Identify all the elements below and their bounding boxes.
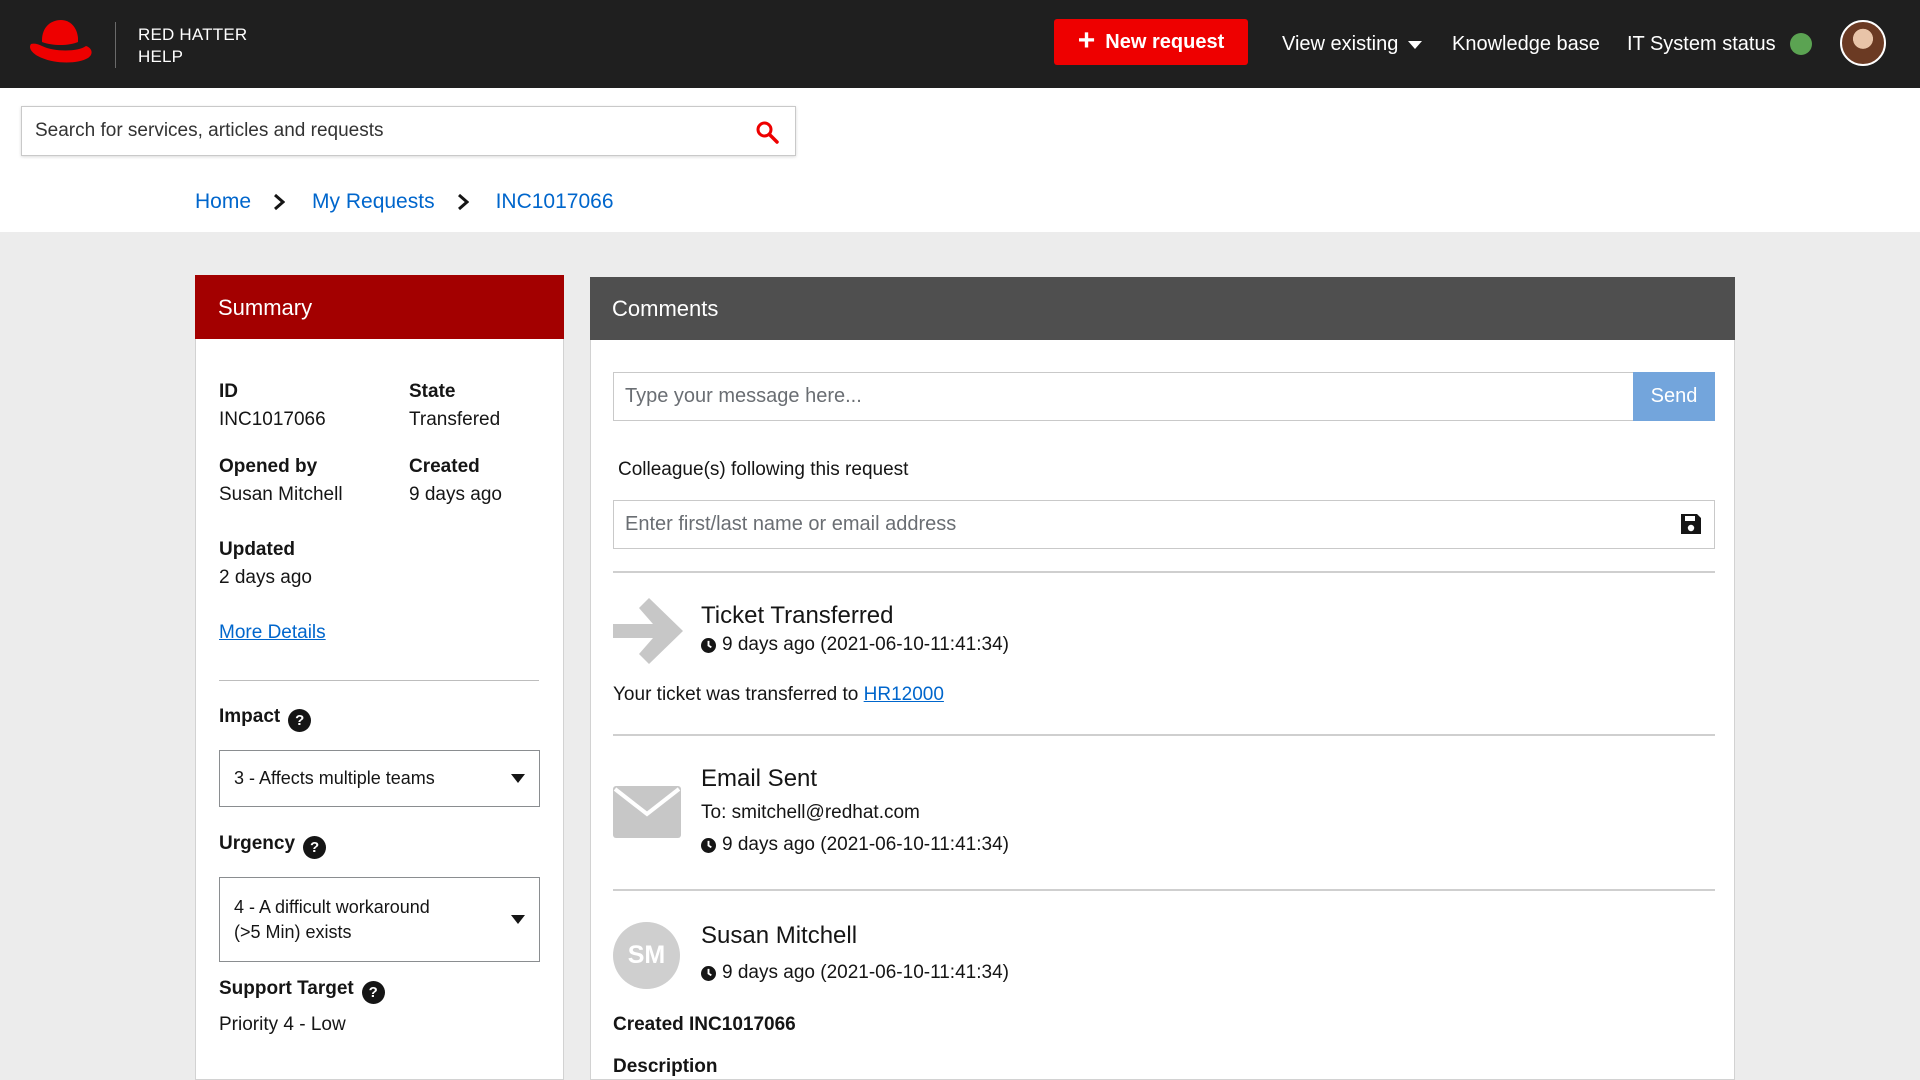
opened-by-label: Opened by xyxy=(219,456,318,477)
created-ticket-text: Created INC1017066 xyxy=(613,1014,796,1035)
caret-down-icon xyxy=(1408,41,1423,49)
impact-value: 3 - Affects multiple teams xyxy=(234,768,435,788)
comment-divider xyxy=(613,889,1715,891)
following-label: Colleague(s) following this request xyxy=(618,459,909,480)
knowledge-base-link[interactable]: Knowledge base xyxy=(1452,0,1600,88)
created-value: 9 days ago xyxy=(409,484,502,505)
help-icon[interactable]: ? xyxy=(361,981,385,1004)
id-value: INC1017066 xyxy=(219,409,326,430)
colleague-input[interactable] xyxy=(613,500,1715,549)
new-request-label: New request xyxy=(1105,30,1225,53)
transfer-target-link[interactable]: HR12000 xyxy=(864,684,944,705)
send-button[interactable]: Send xyxy=(1633,372,1715,421)
urgency-value-line-1: 4 - A difficult workaround xyxy=(234,896,430,917)
caret-down-icon xyxy=(511,774,525,783)
brand-line-1: RED HATTER xyxy=(138,25,248,44)
impact-heading: Impact? xyxy=(219,706,312,732)
email-recipient: To: smitchell@redhat.com xyxy=(701,802,920,823)
arrow-right-icon xyxy=(613,598,683,664)
new-request-button[interactable]: + New request xyxy=(1054,19,1248,65)
more-details-link[interactable]: More Details xyxy=(219,622,326,644)
clock-icon xyxy=(701,965,716,981)
summary-title: Summary xyxy=(195,275,564,339)
entry-time-text: 9 days ago (2021-06-10-11:41:34) xyxy=(722,834,1009,855)
brand-divider xyxy=(115,22,116,68)
top-navigation-bar: RED HATTER HELP + New request View exist… xyxy=(0,0,1920,88)
comment-divider xyxy=(613,571,1715,573)
red-hat-logo-icon[interactable] xyxy=(28,16,94,66)
impact-label: Impact xyxy=(219,706,281,727)
user-avatar[interactable] xyxy=(1840,20,1886,66)
message-input[interactable] xyxy=(613,372,1635,421)
created-label: Created xyxy=(409,456,480,477)
entry-timestamp: 9 days ago (2021-06-10-11:41:34) xyxy=(701,962,1009,984)
comments-panel: Comments Send Colleague(s) following thi… xyxy=(590,277,1735,1080)
urgency-value: 4 - A difficult workaround (>5 Min) exis… xyxy=(234,895,430,945)
search-input[interactable] xyxy=(22,107,722,155)
entry-time-text: 9 days ago (2021-06-10-11:41:34) xyxy=(722,962,1009,983)
clock-icon xyxy=(701,637,716,653)
updated-value: 2 days ago xyxy=(219,567,312,588)
it-status-label: IT System status xyxy=(1627,32,1776,55)
entry-body-text: Your ticket was transferred to xyxy=(613,684,864,705)
entry-title-transferred: Ticket Transferred xyxy=(701,602,894,629)
brand-name[interactable]: RED HATTER HELP xyxy=(138,24,247,68)
entry-timestamp: 9 days ago (2021-06-10-11:41:34) xyxy=(701,834,1009,856)
search-box xyxy=(21,106,796,156)
breadcrumb-home[interactable]: Home xyxy=(195,190,251,214)
breadcrumb-current[interactable]: INC1017066 xyxy=(496,190,614,214)
urgency-value-line-2: (>5 Min) exists xyxy=(234,921,352,942)
state-label: State xyxy=(409,381,456,402)
support-target-value: Priority 4 - Low xyxy=(219,1014,346,1035)
summary-panel: Summary ID INC1017066 State Transfered O… xyxy=(195,275,564,1080)
chevron-right-icon xyxy=(274,193,286,211)
entry-time-text: 9 days ago (2021-06-10-11:41:34) xyxy=(722,634,1009,655)
chevron-right-icon xyxy=(457,193,469,211)
knowledge-base-label: Knowledge base xyxy=(1452,32,1600,55)
plus-icon: + xyxy=(1077,23,1096,57)
entry-title-email: Email Sent xyxy=(701,765,818,792)
id-label: ID xyxy=(219,381,238,402)
view-existing-menu[interactable]: View existing xyxy=(1282,0,1423,88)
envelope-icon xyxy=(613,786,681,838)
breadcrumb-my-requests[interactable]: My Requests xyxy=(312,190,435,214)
breadcrumb: Home My Requests INC1017066 xyxy=(195,190,614,214)
it-system-status-link[interactable]: IT System status xyxy=(1627,0,1812,88)
caret-down-icon xyxy=(511,915,525,924)
help-icon[interactable]: ? xyxy=(288,709,312,732)
summary-divider xyxy=(219,680,539,681)
support-target-heading: Support Target? xyxy=(219,978,385,1004)
save-icon[interactable] xyxy=(1680,513,1702,535)
entry-body: Your ticket was transferred to HR12000 xyxy=(613,684,944,706)
search-icon[interactable] xyxy=(755,120,779,144)
comments-title: Comments xyxy=(590,277,1735,340)
entry-title-author: Susan Mitchell xyxy=(701,922,858,949)
entry-timestamp: 9 days ago (2021-06-10-11:41:34) xyxy=(701,634,1009,656)
opened-by-value: Susan Mitchell xyxy=(219,484,343,505)
urgency-heading: Urgency? xyxy=(219,833,327,859)
brand-line-2: HELP xyxy=(138,47,184,66)
comment-divider xyxy=(613,734,1715,736)
clock-icon xyxy=(701,837,716,853)
updated-label: Updated xyxy=(219,539,295,560)
view-existing-label: View existing xyxy=(1282,32,1399,55)
user-initials-avatar: SM xyxy=(613,922,680,989)
impact-select[interactable]: 3 - Affects multiple teams xyxy=(219,750,540,807)
help-icon[interactable]: ? xyxy=(303,836,327,859)
support-target-label: Support Target xyxy=(219,978,354,999)
description-label: Description xyxy=(613,1056,718,1077)
state-value: Transfered xyxy=(409,409,501,430)
urgency-label: Urgency xyxy=(219,833,296,854)
status-indicator-icon xyxy=(1789,33,1812,55)
urgency-select[interactable]: 4 - A difficult workaround (>5 Min) exis… xyxy=(219,877,540,962)
